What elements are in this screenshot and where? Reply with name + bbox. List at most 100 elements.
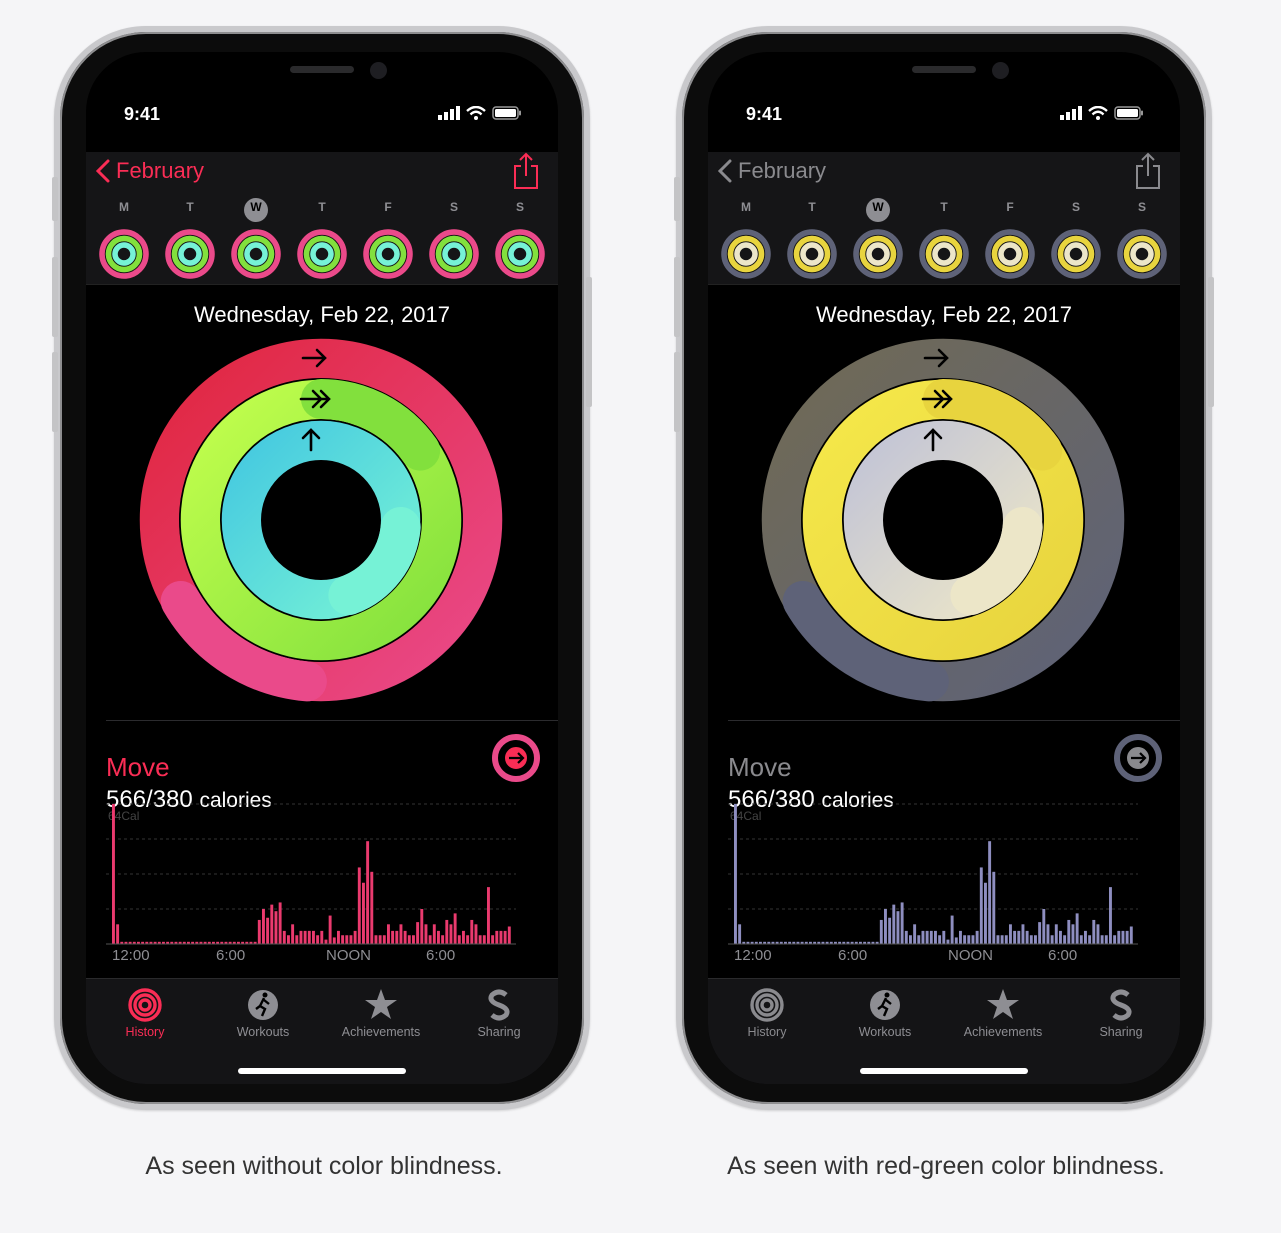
day-letter: W xyxy=(872,200,884,214)
chart-bar xyxy=(1121,930,1125,944)
chart-bar xyxy=(357,867,361,944)
chart-bar xyxy=(112,804,115,944)
calorie-bar-chart: 64Cal12:00 6:00 NOON 6:00 xyxy=(106,803,516,964)
status-bar: 9:41 xyxy=(708,102,1180,128)
tab-label: History xyxy=(747,1025,787,1039)
chart-bar xyxy=(491,935,495,944)
chart-bar xyxy=(324,939,328,944)
chart-bar xyxy=(1050,935,1054,944)
mini-ring-icon xyxy=(99,229,149,279)
day-letter: W xyxy=(250,200,262,214)
chart-bar xyxy=(992,871,996,944)
tab-label: History xyxy=(125,1025,165,1039)
sharing-s-icon xyxy=(488,989,510,1021)
date-title: Wednesday, Feb 22, 2017 xyxy=(193,302,451,327)
activity-rings[interactable] xyxy=(753,330,1133,715)
chart-bar xyxy=(734,804,737,944)
chart-bar xyxy=(1029,935,1033,944)
chart-bar xyxy=(1004,935,1008,944)
chart-bar xyxy=(1075,913,1079,944)
chart-bar xyxy=(478,935,482,944)
chart-bar xyxy=(1113,935,1117,944)
rings-graphic xyxy=(138,337,504,703)
rings-graphic xyxy=(760,337,1126,703)
chart-bar xyxy=(1021,924,1025,944)
x-tick-label: NOON xyxy=(326,947,371,964)
chart-bar xyxy=(462,930,465,944)
chart-bar xyxy=(362,882,365,944)
chart-bar xyxy=(416,922,420,944)
chart-bar xyxy=(884,909,887,944)
chart-bar xyxy=(1025,930,1029,944)
day-letter: T xyxy=(186,200,194,214)
chart-bar xyxy=(403,930,407,944)
battery-icon xyxy=(1114,106,1143,120)
mini-ring-icon xyxy=(1051,229,1101,279)
chart-bar xyxy=(382,935,386,944)
chart-bar xyxy=(904,930,908,944)
chart-bar xyxy=(441,935,445,944)
chart-bar xyxy=(424,924,428,944)
chart-bar xyxy=(934,930,937,944)
status-time: 9:41 xyxy=(746,104,783,124)
week-strip: MTWTFSS xyxy=(86,192,558,285)
nav-bar: February xyxy=(86,152,558,192)
status-time: 9:41 xyxy=(124,104,161,124)
runner-icon xyxy=(870,990,900,1020)
chart-bar xyxy=(387,924,390,944)
mini-ring-icon xyxy=(787,229,837,279)
chart-bar xyxy=(963,935,967,944)
chart-bar xyxy=(266,917,270,944)
x-tick-label: 6:00 xyxy=(1048,947,1077,964)
chart-bar xyxy=(291,924,295,944)
activity-rings[interactable] xyxy=(131,330,511,715)
chart-bar xyxy=(453,913,457,944)
chart-bar xyxy=(1067,919,1071,944)
home-indicator[interactable] xyxy=(238,1068,406,1074)
mini-ring-icon xyxy=(919,229,969,279)
chart-bar xyxy=(896,911,900,944)
day-letter: S xyxy=(515,200,524,214)
mini-ring-icon xyxy=(297,229,347,279)
home-indicator[interactable] xyxy=(860,1068,1028,1074)
mini-ring-icon xyxy=(429,229,479,279)
runner-icon xyxy=(248,990,278,1020)
day-letter: T xyxy=(940,200,948,214)
move-detail-button[interactable] xyxy=(490,732,542,789)
chart-bar xyxy=(345,935,349,944)
chart-bar xyxy=(1129,926,1133,944)
x-tick-label: 6:00 xyxy=(838,947,867,964)
chart-bar xyxy=(482,935,486,944)
share-icon[interactable] xyxy=(1134,152,1162,190)
chart-bar xyxy=(116,924,120,944)
arrow-right-icon xyxy=(492,734,540,782)
move-chart: 64Cal 12:00 6:00 NOON 6:00 xyxy=(728,800,1148,991)
chart-bar xyxy=(1013,930,1017,944)
week-strip: MTWTFSS xyxy=(708,192,1180,285)
day-letter: S xyxy=(1137,200,1146,214)
day-letter: T xyxy=(318,200,326,214)
back-button[interactable]: February xyxy=(96,158,204,184)
chart-bar xyxy=(1117,930,1121,944)
chart-bar xyxy=(507,926,511,944)
chart-bar xyxy=(449,924,453,944)
chevron-left-icon xyxy=(718,159,732,183)
chart-bar xyxy=(295,935,299,944)
wifi-icon xyxy=(1088,106,1108,120)
status-bar: 9:41 xyxy=(86,102,558,128)
day-letter: S xyxy=(1071,200,1080,214)
arrow-right-icon xyxy=(1114,734,1162,782)
notch xyxy=(812,52,1076,100)
nav-bar: February xyxy=(708,152,1180,192)
mini-ring-icon xyxy=(985,229,1035,279)
chart-bar xyxy=(984,882,987,944)
chart-bar xyxy=(1125,930,1129,944)
day-letter: T xyxy=(808,200,816,214)
back-button[interactable]: February xyxy=(718,158,826,184)
chart-bar xyxy=(320,930,324,944)
chart-bar xyxy=(879,919,883,944)
move-detail-button[interactable] xyxy=(1112,732,1164,789)
share-icon[interactable] xyxy=(512,152,540,190)
x-tick-label: 12:00 xyxy=(112,947,150,964)
signal-bars-icon xyxy=(438,106,460,120)
